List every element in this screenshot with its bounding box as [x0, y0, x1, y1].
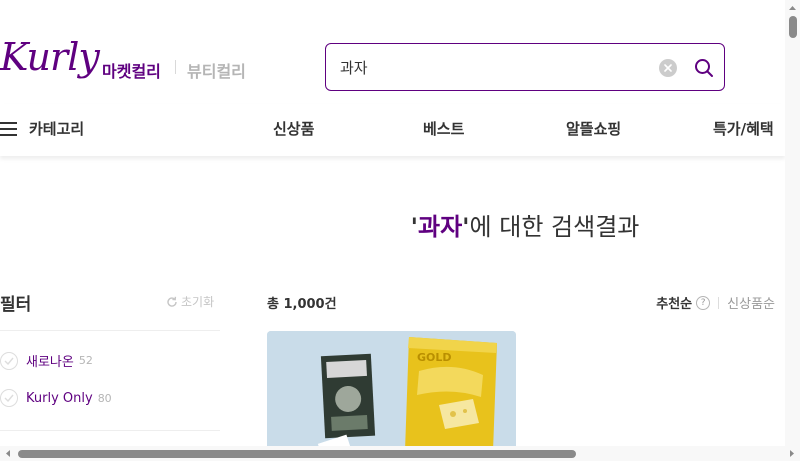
filter-divider: [0, 430, 220, 431]
filter-title: 필터: [0, 295, 32, 315]
sort-newest[interactable]: 신상품순: [727, 293, 775, 312]
filter-option-count: 80: [97, 391, 112, 405]
checkbox[interactable]: [0, 351, 18, 370]
menu-best[interactable]: 베스트: [423, 118, 464, 139]
search-result-title: '과자'에 대한 검색결과: [0, 207, 800, 242]
refresh-icon: [167, 296, 177, 307]
filter-option-label: 새로나온: [26, 355, 74, 370]
help-icon[interactable]: ?: [696, 295, 711, 310]
search-input[interactable]: [340, 56, 640, 78]
vertical-scroll-thumb[interactable]: [789, 16, 797, 38]
menu-special-offers[interactable]: 특가/혜택: [713, 118, 774, 139]
checkbox[interactable]: [0, 389, 18, 407]
total-count: 총 1,000건: [267, 297, 337, 312]
category-menu-label[interactable]: 카테고리: [29, 118, 84, 139]
vertical-scrollbar[interactable]: [785, 0, 800, 446]
sort-recommended[interactable]: 추천순: [656, 293, 692, 312]
check-icon: [4, 394, 14, 402]
search-icon: [695, 59, 713, 77]
nav-beauty-kurly[interactable]: 뷰티컬리: [187, 58, 246, 82]
scroll-left-icon[interactable]: [2, 446, 14, 461]
filter-option-count: 52: [78, 354, 93, 367]
menu-new-products[interactable]: 신상품: [273, 118, 314, 139]
check-icon: [4, 357, 14, 365]
category-bar: 카테고리 신상품 베스트 알뜰쇼핑 특가/혜택: [0, 104, 785, 156]
clear-search-button[interactable]: [659, 59, 677, 77]
search-keyword: 과자: [418, 213, 463, 241]
nav-market-kurly[interactable]: 마켓컬리: [102, 58, 161, 82]
product-card[interactable]: GOLD: [267, 331, 516, 451]
quote-close: ': [462, 213, 470, 241]
scroll-up-icon[interactable]: [785, 2, 800, 14]
kurly-logo[interactable]: Kurly: [0, 38, 100, 76]
scroll-right-icon[interactable]: [786, 446, 798, 461]
close-icon: [664, 64, 672, 72]
hamburger-menu-icon[interactable]: [0, 122, 17, 136]
filter-reset-button[interactable]: 초기화: [166, 293, 214, 310]
filter-divider: [0, 330, 220, 331]
nav-divider: [175, 60, 176, 74]
quote-open: ': [410, 213, 418, 241]
filter-option-new[interactable]: 새로나온 52: [0, 351, 93, 370]
package-brand-text: GOLD: [417, 351, 452, 364]
result-title-suffix: 에 대한 검색결과: [469, 213, 640, 241]
horizontal-scrollbar[interactable]: [0, 446, 800, 461]
search-button[interactable]: [692, 56, 716, 80]
sort-divider: [718, 296, 720, 309]
search-bar: [325, 43, 725, 91]
product-image: GOLD: [267, 331, 516, 451]
filter-option-label: Kurly Only: [26, 390, 93, 406]
sort-options: 추천순 ? 신상품순: [656, 293, 775, 312]
filter-reset-label: 초기화: [181, 295, 215, 309]
filter-option-kurly-only[interactable]: Kurly Only 80: [0, 389, 112, 407]
horizontal-scroll-thumb[interactable]: [18, 450, 576, 458]
menu-bargain[interactable]: 알뜰쇼핑: [566, 118, 621, 139]
